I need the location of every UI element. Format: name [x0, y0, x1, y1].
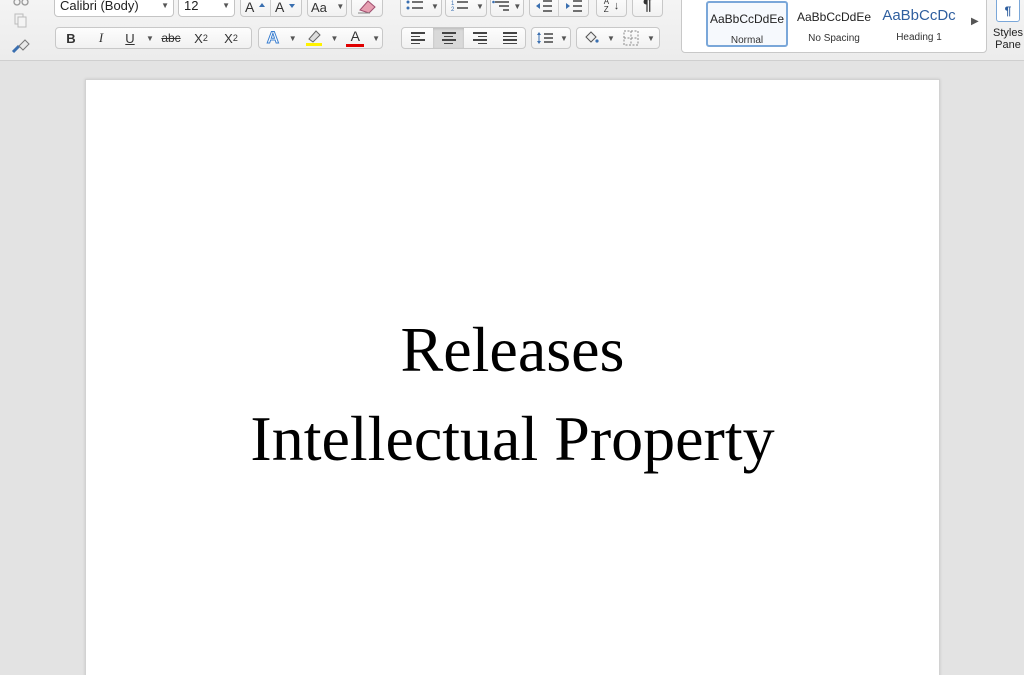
style-no-spacing[interactable]: AaBbCcDdEe No Spacing — [793, 1, 875, 47]
arrow-down-icon: ↓ — [613, 0, 620, 12]
chevron-down-icon: ▼ — [222, 1, 230, 10]
italic-button[interactable]: I — [86, 28, 116, 48]
style-normal[interactable]: AaBbCcDdEe Normal — [706, 1, 788, 47]
style-sample: AaBbCcDdEe — [796, 10, 872, 24]
style-sample: AaBbCcDc — [882, 7, 956, 24]
highlighter-icon — [305, 30, 322, 46]
align-left-button[interactable] — [402, 28, 433, 48]
svg-text:A: A — [245, 0, 255, 14]
chevron-down-icon[interactable]: ▼ — [645, 28, 657, 48]
gallery-next-arrow-icon[interactable]: ▶ — [971, 16, 979, 27]
multilevel-list-icon — [492, 0, 510, 11]
underline-button[interactable]: U — [116, 28, 144, 48]
grow-font-icon: A — [245, 0, 265, 14]
font-name-value: Calibri (Body) — [60, 0, 139, 13]
decrease-indent-button[interactable] — [530, 0, 559, 16]
style-name: Heading 1 — [896, 32, 942, 43]
font-name-combo[interactable]: Calibri (Body) ▼ — [54, 0, 174, 17]
font-color-letter: A — [350, 27, 360, 44]
paint-bucket-icon — [585, 31, 599, 43]
align-center-icon — [441, 32, 456, 44]
shading-button[interactable] — [577, 28, 605, 48]
line-spacing-icon — [537, 32, 553, 44]
borders-button[interactable] — [617, 28, 645, 48]
font-size-value: 12 — [184, 0, 199, 13]
svg-text:Aa: Aa — [311, 0, 328, 14]
align-left-icon — [410, 32, 425, 44]
style-sample: AaBbCcDdEe — [709, 12, 785, 26]
format-painter-button[interactable] — [11, 38, 31, 54]
chevron-down-icon[interactable]: ▼ — [558, 28, 570, 48]
subscript-button[interactable]: X2 — [186, 28, 216, 48]
decrease-indent-icon — [536, 0, 552, 12]
eraser-icon — [358, 0, 376, 14]
paintbrush-icon — [11, 39, 30, 54]
styles-pane-label-line2: Pane — [995, 39, 1021, 51]
sort-button[interactable]: A Z ↓ — [597, 0, 626, 16]
text-effects-button[interactable]: A — [259, 28, 287, 48]
copy-button[interactable] — [14, 13, 28, 29]
increase-indent-button[interactable] — [559, 0, 588, 16]
justify-icon — [503, 32, 517, 44]
numbered-list-icon: 12 — [451, 1, 468, 13]
document-line-1: Releases — [400, 314, 625, 385]
grow-font-button[interactable]: A — [241, 0, 271, 16]
align-center-button[interactable] — [433, 28, 464, 48]
style-name: Normal — [730, 35, 764, 46]
justify-button[interactable] — [495, 28, 525, 48]
chevron-down-icon[interactable]: ▼ — [605, 28, 617, 48]
font-color-button[interactable]: A — [340, 28, 370, 48]
increase-indent-icon — [565, 0, 582, 12]
strikethrough-button[interactable]: abc — [156, 28, 186, 48]
shrink-font-button[interactable]: A — [271, 0, 301, 16]
styles-pane-button[interactable]: ¶ Styles Pane — [990, 0, 1024, 58]
bullet-list-icon — [406, 0, 423, 10]
superscript-label: X — [224, 30, 233, 46]
chevron-down-icon[interactable]: ▼ — [328, 28, 340, 48]
svg-text:2: 2 — [451, 7, 455, 13]
copy-icon — [14, 13, 27, 28]
scissors-icon — [13, 0, 29, 6]
ribbon-toolbar: Calibri (Body) ▼ 12 ▼ A A Aa ▼ B I U ▼ a… — [0, 0, 1024, 61]
chevron-down-icon[interactable]: ▼ — [512, 0, 523, 16]
show-formatting-button[interactable]: ¶ — [633, 0, 662, 16]
sort-icon: A Z — [603, 0, 609, 14]
chevron-down-icon[interactable]: ▼ — [287, 28, 299, 48]
change-case-icon: Aa — [311, 0, 328, 14]
chevron-down-icon[interactable]: ▼ — [144, 28, 156, 48]
borders-icon — [623, 30, 639, 46]
style-heading-1[interactable]: AaBbCcDc Heading 1 — [880, 1, 958, 47]
align-right-button[interactable] — [464, 28, 495, 48]
styles-pane-label-line1: Styles — [993, 27, 1023, 39]
align-right-icon — [472, 32, 487, 44]
line-spacing-button[interactable] — [532, 28, 558, 48]
chevron-down-icon[interactable]: ▼ — [370, 28, 382, 48]
chevron-down-icon[interactable]: ▼ — [429, 0, 441, 16]
bold-button[interactable]: B — [56, 28, 86, 48]
svg-text:A: A — [275, 0, 285, 14]
style-name: No Spacing — [808, 33, 860, 44]
chevron-down-icon[interactable]: ▼ — [335, 0, 346, 16]
document-page[interactable]: Releases Intellectual Property — [85, 79, 940, 675]
bullets-button[interactable] — [401, 0, 429, 16]
superscript-mark: 2 — [232, 33, 238, 43]
chevron-down-icon: ▼ — [161, 1, 169, 10]
shrink-font-icon: A — [275, 0, 295, 14]
font-color-swatch — [346, 43, 365, 47]
text-effects-icon: A — [266, 28, 280, 48]
subscript-mark: 2 — [202, 33, 208, 43]
numbering-button[interactable]: 12 — [446, 0, 474, 16]
clear-formatting-button[interactable] — [352, 0, 382, 16]
multilevel-list-button[interactable] — [491, 0, 512, 16]
styles-pane-icon: ¶ — [996, 0, 1020, 22]
subscript-label: X — [194, 30, 203, 46]
styles-gallery: AaBbCcDdEe Normal AaBbCcDdEe No Spacing … — [681, 0, 987, 53]
font-size-combo[interactable]: 12 ▼ — [178, 0, 235, 17]
highlight-button[interactable] — [299, 28, 329, 48]
chevron-down-icon[interactable]: ▼ — [474, 0, 486, 16]
cut-button[interactable] — [12, 0, 30, 8]
change-case-button[interactable]: Aa — [308, 0, 335, 16]
document-line-2: Intellectual Property — [250, 403, 775, 474]
superscript-button[interactable]: X2 — [216, 28, 246, 48]
